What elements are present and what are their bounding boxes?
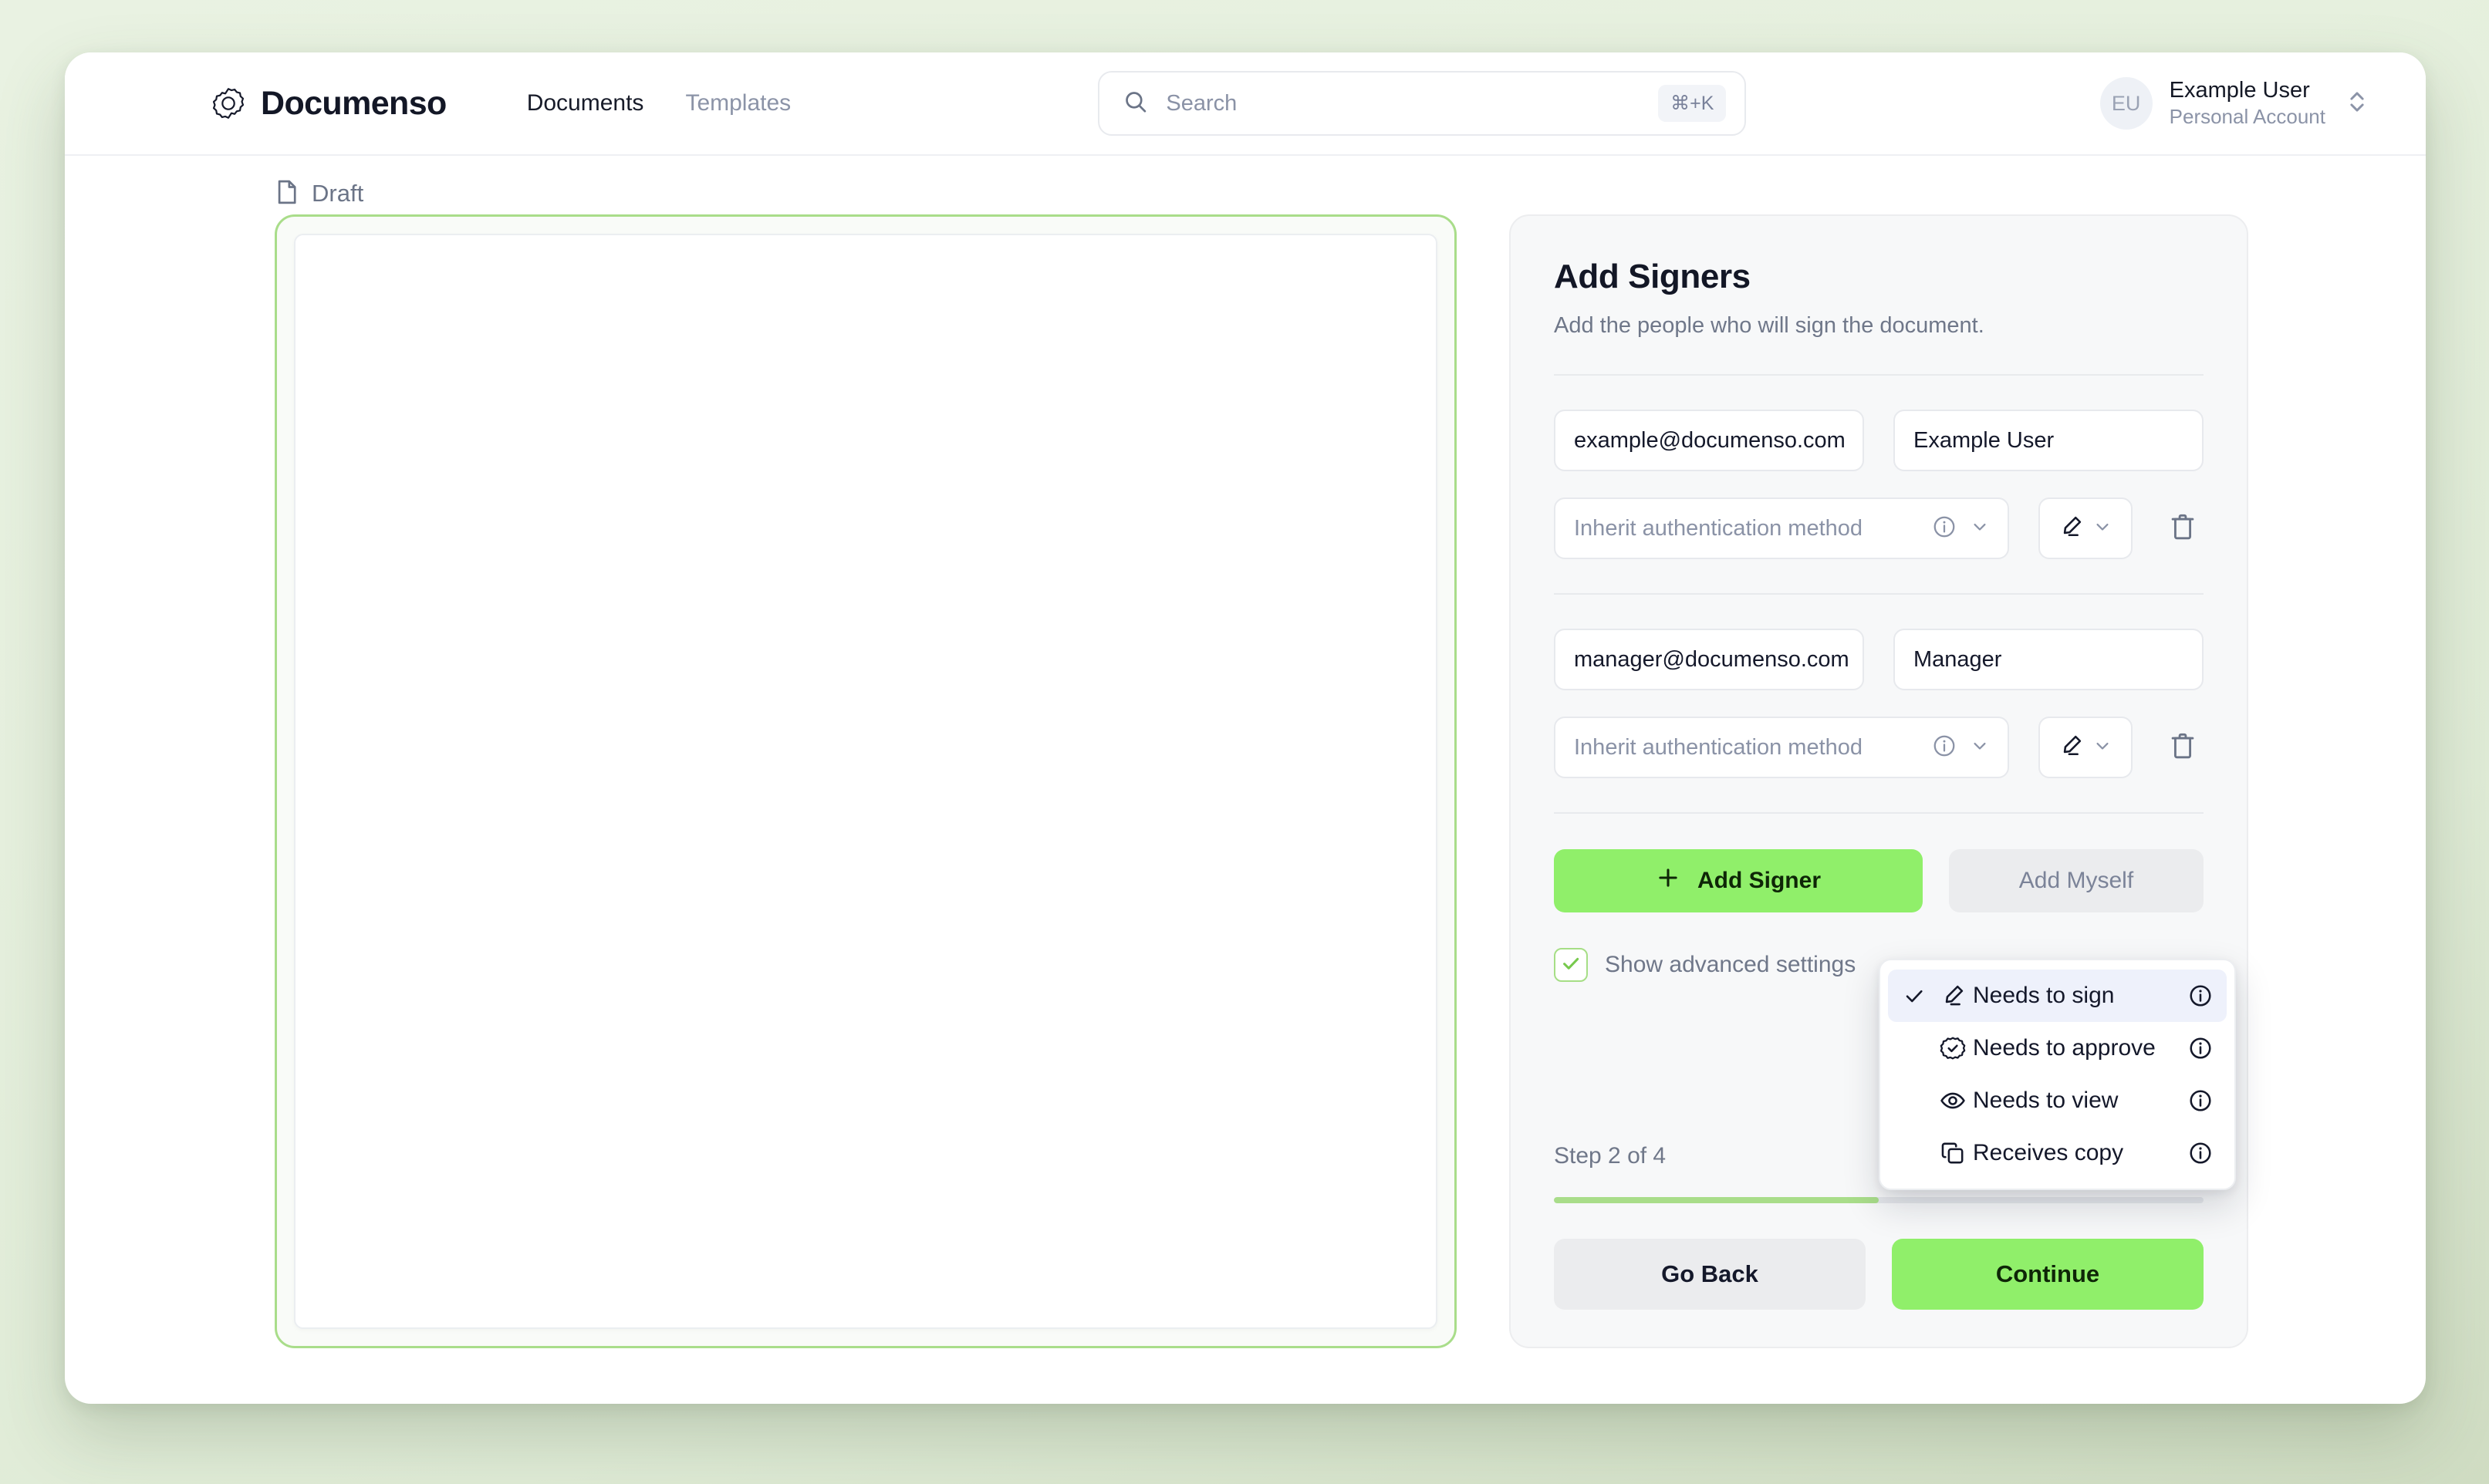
add-myself-button[interactable]: Add Myself [1949,849,2204,912]
signer-options-row: Inherit authentication method [1554,717,2204,778]
menu-item-needs-to-view[interactable]: Needs to view [1888,1074,2227,1127]
info-icon[interactable] [2185,1141,2216,1165]
page-title: Add Signers [1554,258,1751,295]
breadcrumb[interactable]: Draft [65,156,2426,214]
trash-icon [2169,511,2197,546]
nav-item-documents[interactable]: Documents [527,90,644,116]
file-icon [275,179,299,209]
signer-role-dropdown-menu: Needs to sign Needs to approve Needs to … [1879,959,2236,1190]
add-signer-button[interactable]: Add Signer [1554,849,1923,912]
trash-icon [2169,730,2197,765]
menu-item-label: Receives copy [1973,1140,2124,1165]
brand-name: Documenso [261,84,447,122]
eye-icon [1933,1088,1973,1114]
show-advanced-settings-checkbox[interactable] [1554,948,1588,982]
progress-bar [1554,1197,2204,1203]
signer-options-row: Inherit authentication method [1554,497,2204,559]
info-icon[interactable] [1932,514,1957,543]
chevron-down-icon [1969,516,1991,541]
chevron-down-icon [2092,516,2113,541]
panel-subtitle: Add the people who will sign the documen… [1554,313,1984,338]
menu-item-needs-to-sign[interactable]: Needs to sign [1888,970,2227,1022]
pen-icon [1933,983,1973,1009]
authentication-method-value: Inherit authentication method [1574,515,1863,541]
signer-row: example@documenso.com Example User Inher… [1554,376,2204,559]
authentication-method-select[interactable]: Inherit authentication method [1554,717,2009,778]
badge-check-icon [1933,1035,1973,1061]
signer-row: manager@documenso.com Manager Inherit au… [1554,595,2204,778]
search-input[interactable]: Search ⌘+K [1098,71,1747,136]
info-icon[interactable] [2185,983,2216,1008]
pen-icon [2058,514,2084,544]
menu-item-label: Needs to approve [1973,1035,2156,1061]
signer-divider [1554,812,2204,814]
info-icon[interactable] [2185,1036,2216,1061]
chevron-down-icon [1969,735,1991,761]
info-icon[interactable] [1932,734,1957,762]
search-container: Search ⌘+K [791,71,2053,136]
delete-signer-button[interactable] [2162,497,2204,559]
chevron-up-down-icon [2342,86,2367,121]
pen-icon [2058,733,2084,763]
search-icon [1123,89,1149,119]
check-icon [1560,953,1582,978]
nav-item-templates[interactable]: Templates [685,90,791,116]
copy-icon [1933,1140,1973,1166]
authentication-method-select[interactable]: Inherit authentication method [1554,497,2009,559]
document-page [294,234,1437,1329]
footer-buttons: Go Back Continue [1554,1239,2204,1347]
show-advanced-settings-label: Show advanced settings [1605,952,1856,977]
search-placeholder: Search [1166,90,1238,116]
signer-role-select[interactable] [2038,717,2133,778]
account-name: Example User [2169,77,2310,103]
chevron-down-icon [2092,735,2113,761]
delete-signer-button[interactable] [2162,717,2204,778]
go-back-button[interactable]: Go Back [1554,1239,1866,1310]
signer-name-field[interactable]: Example User [1893,410,2204,471]
info-icon[interactable] [2185,1088,2216,1113]
authentication-method-value: Inherit authentication method [1574,734,1863,760]
account-text: Example User Personal Account [2170,78,2325,129]
signer-email-field[interactable]: manager@documenso.com [1554,629,1864,690]
avatar: EU [2099,77,2153,130]
signer-actions: Add Signer Add Myself [1554,849,2204,912]
menu-item-receives-copy[interactable]: Receives copy [1888,1127,2227,1179]
add-signer-label: Add Signer [1697,868,1821,893]
progress-bar-fill [1554,1197,1879,1203]
document-preview[interactable] [275,214,1457,1348]
app-window: Documenso Documents Templates Search ⌘+K… [65,52,2426,1404]
account-subtitle: Personal Account [2169,105,2325,129]
breadcrumb-label: Draft [312,180,364,207]
menu-item-needs-to-approve[interactable]: Needs to approve [1888,1022,2227,1074]
menu-item-label: Needs to view [1973,1088,2119,1113]
signer-email-field[interactable]: example@documenso.com [1554,410,1864,471]
continue-button[interactable]: Continue [1892,1239,2204,1310]
signer-name-field[interactable]: Manager [1893,629,2204,690]
plus-icon [1656,865,1680,896]
search-shortcut-badge: ⌘+K [1658,85,1727,122]
account-switcher[interactable]: EU Example User Personal Account [2099,77,2367,130]
side-panel-container: Add Signers Add the people who will sign… [1457,214,2426,1404]
brand-logo[interactable]: Documenso [211,85,447,123]
main-content: Add Signers Add the people who will sign… [65,214,2426,1404]
check-icon [1896,984,1933,1007]
signer-identity-row: manager@documenso.com Manager [1554,629,2204,690]
main-navigation: Documents Templates [527,90,791,116]
signer-role-select[interactable] [2038,497,2133,559]
app-header: Documenso Documents Templates Search ⌘+K… [65,52,2426,154]
signer-identity-row: example@documenso.com Example User [1554,410,2204,471]
menu-item-label: Needs to sign [1973,983,2115,1008]
documenso-badge-icon [211,86,245,120]
